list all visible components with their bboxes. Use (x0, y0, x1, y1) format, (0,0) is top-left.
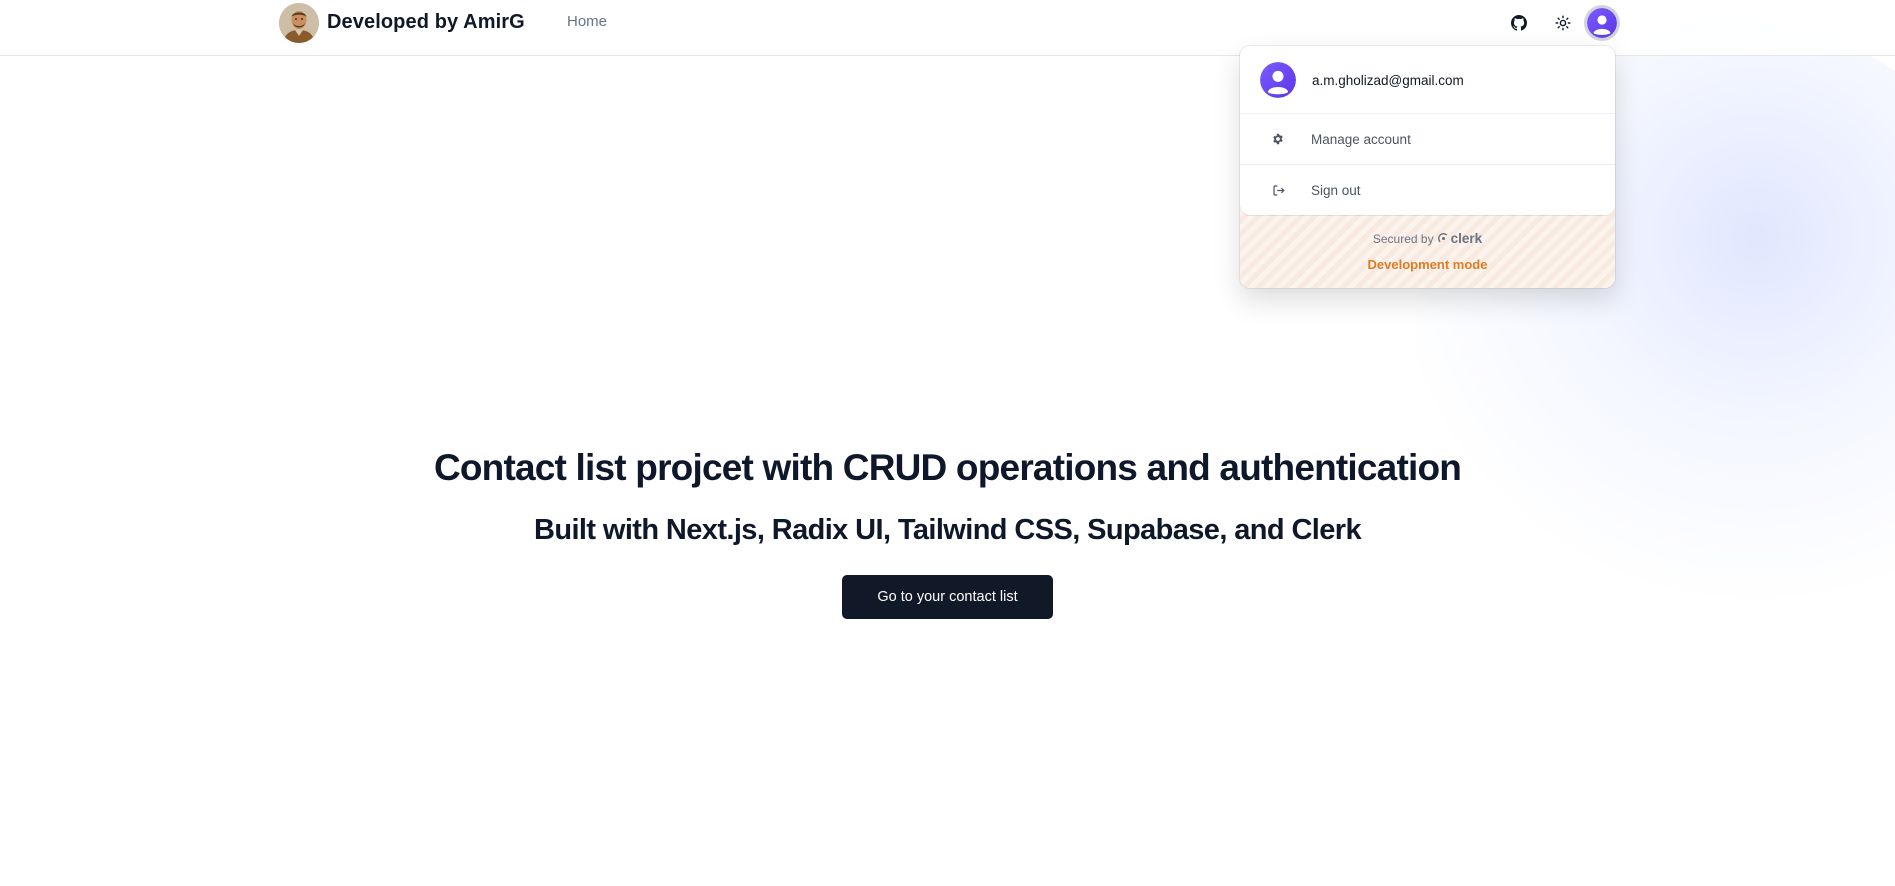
user-preview-avatar (1260, 62, 1296, 98)
user-menu-popover: a.m.gholizad@gmail.com Manage account Si… (1240, 46, 1615, 288)
sign-out-icon (1271, 183, 1285, 197)
user-avatar-icon (1587, 8, 1617, 38)
brand-link[interactable]: Developed by AmirG (279, 2, 525, 43)
hero-title: Contact list projcet with CRUD operation… (433, 447, 1462, 488)
clerk-logo-text: clerk (1450, 231, 1483, 246)
sign-out-button[interactable]: Sign out (1240, 165, 1615, 215)
github-icon[interactable] (1507, 11, 1531, 35)
brand-title: Developed by AmirG (327, 11, 525, 33)
manage-account-label: Manage account (1311, 131, 1411, 147)
sign-out-label: Sign out (1311, 182, 1361, 198)
clerk-logo-link[interactable]: clerk (1437, 231, 1483, 246)
user-preview: a.m.gholizad@gmail.com (1260, 62, 1464, 98)
development-mode-label: Development mode (1367, 257, 1488, 272)
user-menu-button[interactable] (1587, 8, 1617, 38)
secured-by-label: Secured by (1372, 231, 1434, 246)
page: Developed by AmirG Home a.m.gholizad@gma… (0, 0, 1895, 886)
hero-subtitle: Built with Next.js, Radix UI, Tailwind C… (533, 514, 1362, 546)
sun-icon[interactable] (1551, 11, 1575, 35)
nav-home-link[interactable]: Home (567, 13, 607, 30)
gear-icon (1271, 132, 1285, 146)
secured-by: Secured by clerk (1240, 231, 1615, 246)
author-avatar (279, 2, 319, 43)
contact-list-button[interactable]: Go to your contact list (842, 575, 1053, 619)
user-menu-main: a.m.gholizad@gmail.com Manage account Si… (1240, 46, 1615, 215)
user-email: a.m.gholizad@gmail.com (1312, 72, 1464, 88)
manage-account-button[interactable]: Manage account (1240, 114, 1615, 164)
clerk-logo-icon (1437, 233, 1447, 243)
